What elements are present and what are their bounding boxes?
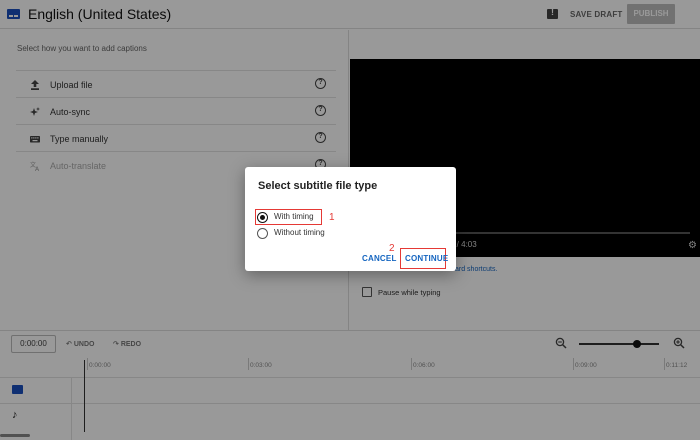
- annotation-number-1: 1: [329, 212, 335, 223]
- radio-without-timing[interactable]: Without timing: [257, 227, 337, 241]
- highlight-box-1: [255, 209, 322, 225]
- continue-button[interactable]: CONTINUE: [405, 254, 448, 263]
- subtitle-file-type-dialog: Select subtitle file type With timing 1 …: [245, 167, 456, 271]
- radio-label: Without timing: [274, 228, 325, 237]
- annotation-number-2: 2: [389, 243, 395, 254]
- radio-button[interactable]: [257, 228, 268, 239]
- dialog-title: Select subtitle file type: [258, 180, 378, 192]
- cancel-button[interactable]: CANCEL: [362, 254, 397, 263]
